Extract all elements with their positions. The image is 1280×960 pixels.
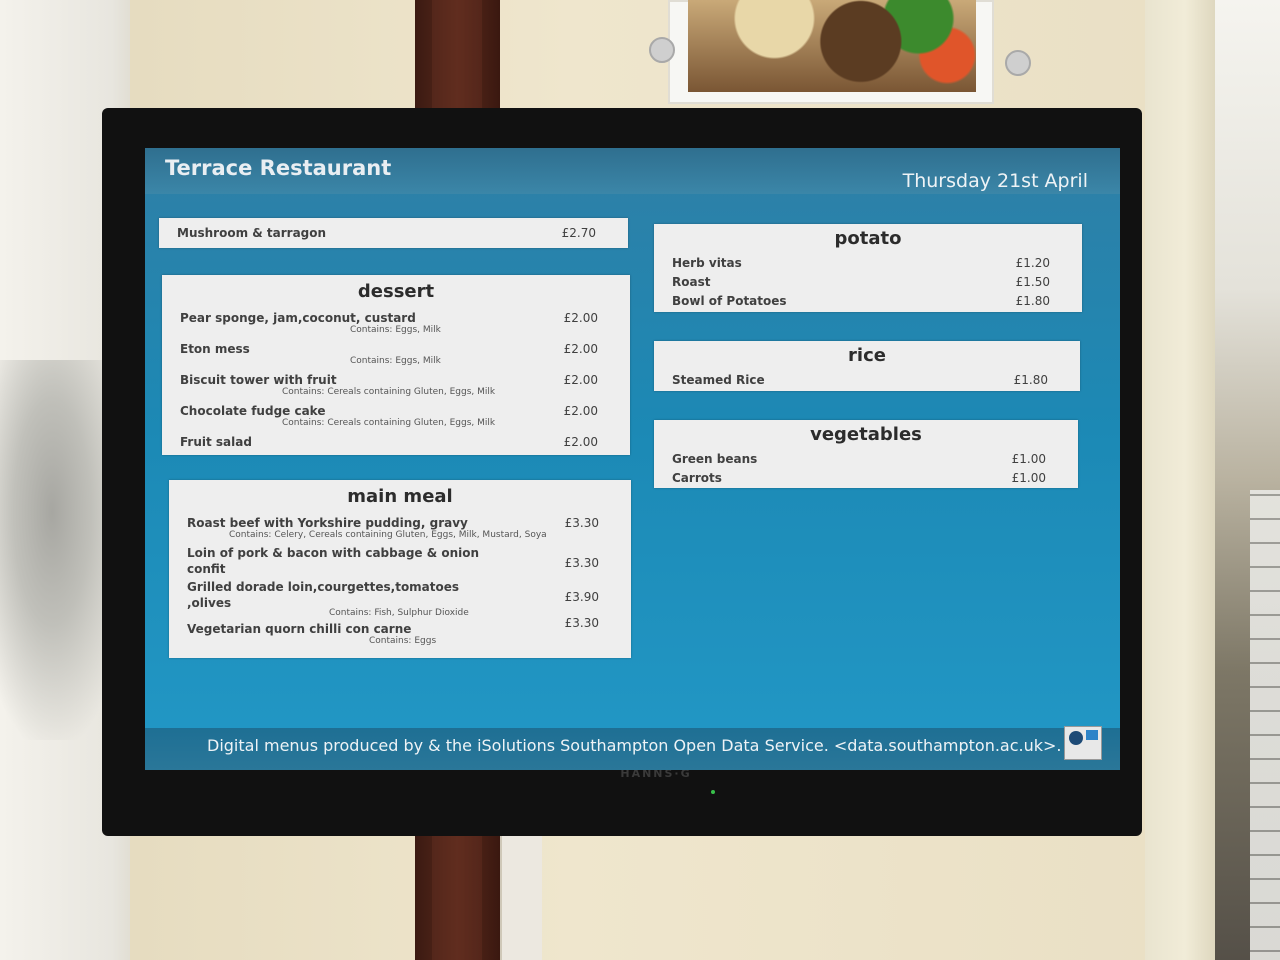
item-allergens: Contains: Celery, Cereals containing Glu…: [229, 530, 547, 540]
badge-logo-icon: [1069, 731, 1083, 745]
white-trim: [500, 820, 542, 960]
item-name: Mushroom & tarragon: [177, 226, 327, 240]
door-frame: [1145, 0, 1225, 960]
item-name: Bowl of Potatoes: [672, 294, 787, 308]
food-photo: [688, 0, 976, 92]
section-heading: vegetables: [810, 424, 922, 445]
item-price: £3.30: [564, 616, 599, 630]
main-meal-card: main meal Roast beef with Yorkshire pudd…: [169, 480, 631, 658]
item-allergens: Contains: Eggs, Milk: [350, 325, 441, 335]
soup-card: Mushroom & tarragon £2.70: [159, 218, 628, 248]
item-name: Roast: [672, 275, 711, 289]
item-allergens: Contains: Fish, Sulphur Dioxide: [329, 608, 469, 618]
item-price: £3.30: [564, 516, 599, 530]
item-name: Carrots: [672, 471, 722, 485]
item-price: £2.00: [563, 342, 598, 356]
item-name: Grilled dorade loin,courgettes,tomatoes: [187, 580, 460, 594]
item-name: Herb vitas: [672, 256, 742, 270]
restaurant-title: Terrace Restaurant: [165, 156, 392, 180]
item-price: £3.30: [564, 556, 599, 570]
badge-tag-icon: [1086, 730, 1098, 740]
menu-date: Thursday 21st April: [902, 170, 1088, 192]
item-price: £1.00: [1011, 452, 1046, 466]
section-heading: dessert: [357, 281, 435, 302]
item-name: Fruit salad: [180, 435, 252, 449]
item-allergens: Contains: Eggs, Milk: [350, 356, 441, 366]
item-allergens: Contains: Cereals containing Gluten, Egg…: [282, 418, 496, 428]
tray-rack: [1250, 490, 1280, 960]
item-price: £2.00: [563, 311, 598, 325]
item-price: £1.00: [1011, 471, 1046, 485]
item-allergens: Contains: Cereals containing Gluten, Egg…: [282, 387, 496, 397]
poster-peg-left: [649, 37, 675, 63]
item-name: Vegetarian quorn chilli con carne: [187, 622, 412, 636]
item-name: Eton mess: [180, 342, 250, 356]
item-price: £2.00: [563, 435, 598, 449]
footer-credit: Digital menus produced by & the iSolutio…: [207, 736, 1062, 755]
section-heading: main meal: [347, 486, 453, 507]
item-name: Loin of pork & bacon with cabbage & onio…: [187, 546, 480, 560]
item-price: £1.50: [1015, 275, 1050, 289]
item-name-continued: ,olives: [187, 596, 232, 610]
energy-badge-icon: [1064, 726, 1102, 760]
potato-card: potato Herb vitas £1.20 Roast £1.50 Bowl…: [654, 224, 1082, 312]
power-led: [711, 790, 715, 794]
screen-header: Terrace Restaurant Thursday 21st April: [145, 148, 1120, 194]
item-allergens: Contains: Eggs: [369, 636, 437, 646]
dessert-card: dessert Pear sponge, jam,coconut, custar…: [162, 275, 630, 455]
item-price: £2.00: [563, 404, 598, 418]
item-price: £3.90: [564, 590, 599, 604]
item-name: Steamed Rice: [672, 373, 765, 387]
rice-card: rice Steamed Rice £1.80: [654, 341, 1080, 391]
item-price: £1.80: [1015, 294, 1050, 308]
item-price: £1.20: [1015, 256, 1050, 270]
section-heading: potato: [834, 228, 902, 249]
item-name: Biscuit tower with fruit: [180, 373, 337, 387]
poster-peg-right: [1005, 50, 1031, 76]
item-name: Roast beef with Yorkshire pudding, gravy: [187, 516, 468, 530]
item-price: £2.00: [563, 373, 598, 387]
screen-footer: Digital menus produced by & the iSolutio…: [145, 726, 1120, 770]
item-price: £2.70: [561, 226, 596, 240]
section-heading: rice: [848, 345, 886, 366]
menu-screen: Terrace Restaurant Thursday 21st April M…: [145, 148, 1120, 770]
vegetables-card: vegetables Green beans £1.00 Carrots £1.…: [654, 420, 1078, 488]
item-name-continued: confit: [187, 562, 226, 576]
item-name: Chocolate fudge cake: [180, 404, 326, 418]
item-price: £1.80: [1013, 373, 1048, 387]
item-name: Pear sponge, jam,coconut, custard: [180, 311, 416, 325]
item-name: Green beans: [672, 452, 758, 466]
